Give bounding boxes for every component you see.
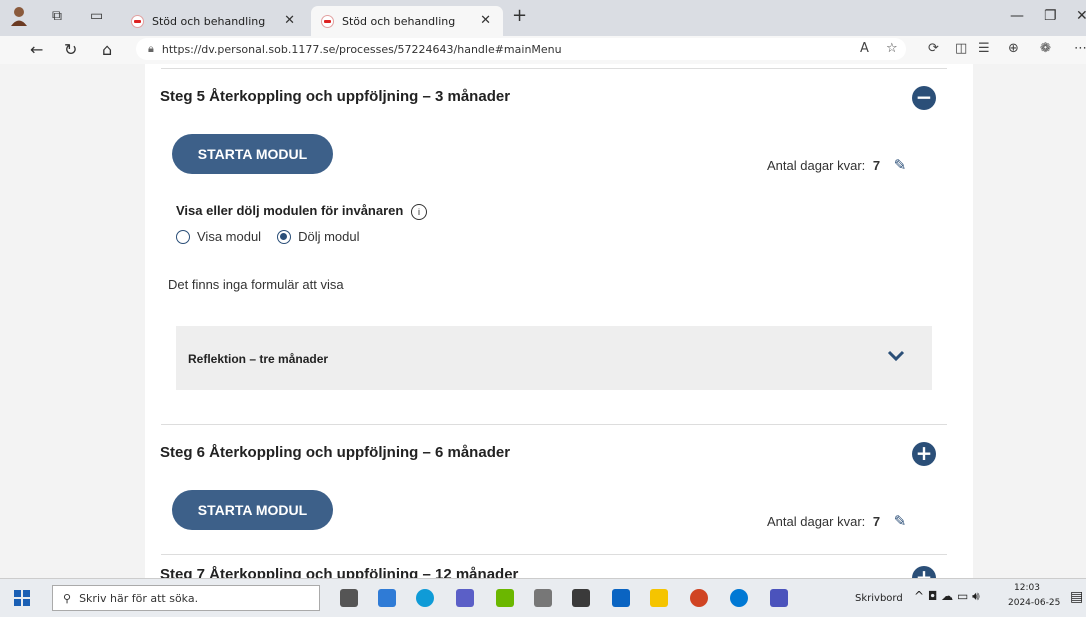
url-field[interactable]: 🔒︎ https://dv.personal.sob.1177.se/proce…: [136, 38, 906, 60]
clock-date[interactable]: 2024-06-25: [1008, 598, 1060, 608]
tab-stod-och-behandling-2[interactable]: Stöd och behandling ✕: [311, 6, 503, 36]
split-screen-icon[interactable]: ◫: [955, 41, 967, 56]
page-content: Steg 5 Återkoppling och uppföljning – 3 …: [0, 64, 1086, 578]
step6-title: Steg 6 Återkoppling och uppföljning – 6 …: [160, 444, 511, 461]
start-module-step6-button[interactable]: STARTA MODUL: [172, 490, 333, 530]
close-window-icon[interactable]: ✕: [1076, 8, 1086, 24]
accordion-label: Reflektion – tre månader: [188, 352, 329, 366]
hide-module-radio[interactable]: [277, 229, 292, 244]
clock-time[interactable]: 12:03: [1014, 583, 1040, 593]
site-favicon-icon: [321, 14, 334, 28]
read-aloud-icon[interactable]: A: [860, 41, 869, 56]
close-tab-icon[interactable]: ✕: [480, 13, 491, 28]
teams-icon[interactable]: [456, 589, 474, 607]
tab-actions-icon[interactable]: ▭: [90, 8, 103, 24]
favorite-star-icon[interactable]: ☆: [886, 41, 898, 56]
edit-days-pencil-icon[interactable]: ✎: [894, 512, 907, 530]
lock-icon[interactable]: 🔒︎: [148, 42, 154, 56]
collapse-step5-button[interactable]: −: [912, 86, 936, 110]
visibility-radio-group: Visa modul Dölj modul: [176, 229, 360, 244]
teams-work-icon[interactable]: [770, 589, 788, 607]
show-module-label[interactable]: Visa modul: [197, 229, 261, 244]
file-explorer-icon[interactable]: [378, 589, 396, 607]
windows-start-icon[interactable]: [14, 590, 30, 610]
expand-step6-button[interactable]: +: [912, 442, 936, 466]
process-steps-card: Steg 5 Återkoppling och uppföljning – 3 …: [145, 64, 973, 578]
show-module-radio[interactable]: [176, 229, 190, 244]
notifications-icon[interactable]: ▤: [1070, 589, 1083, 605]
edge-icon[interactable]: [416, 589, 434, 607]
days-left-value: 7: [872, 514, 881, 529]
tab-stod-och-behandling-1[interactable]: Stöd och behandling ✕: [121, 6, 307, 36]
site-favicon-icon: [131, 14, 144, 28]
back-icon[interactable]: ←: [30, 40, 43, 59]
search-icon: ⚲: [63, 591, 72, 605]
divider: [161, 68, 947, 69]
step7-title: Steg 7 Återkoppling och uppföljning – 12…: [160, 566, 519, 578]
days-left-label: Antal dagar kvar:: [767, 514, 866, 529]
profile-sync-icon[interactable]: ❁: [1040, 41, 1051, 56]
restore-icon[interactable]: ❐: [1044, 8, 1057, 24]
taskbar-search-field[interactable]: ⚲ Skriv här för att söka.: [52, 585, 320, 611]
tab-title: Stöd och behandling: [342, 14, 456, 28]
more-icon[interactable]: ⋯: [1074, 41, 1086, 56]
no-forms-message: Det finns inga formulär att visa: [168, 277, 344, 292]
task-view-icon[interactable]: [340, 589, 358, 607]
snipping-icon[interactable]: [534, 589, 552, 607]
app-icon[interactable]: [496, 589, 514, 607]
outlook-icon[interactable]: [612, 589, 630, 607]
info-icon[interactable]: i: [410, 203, 427, 220]
expand-step7-button[interactable]: +: [912, 566, 936, 578]
new-tab-icon[interactable]: +: [512, 5, 527, 26]
powerpoint-icon[interactable]: [690, 589, 708, 607]
start-module-step5-button[interactable]: STARTA MODUL: [172, 134, 333, 174]
extensions-icon[interactable]: ⟳: [928, 41, 939, 56]
profile-avatar-icon[interactable]: [10, 6, 28, 30]
workspaces-icon[interactable]: ⧉: [52, 8, 62, 24]
refresh-icon[interactable]: ↻: [64, 40, 77, 59]
close-tab-icon[interactable]: ✕: [284, 13, 295, 28]
divider: [161, 554, 947, 555]
hide-module-label[interactable]: Dölj modul: [298, 229, 359, 244]
favorites-icon[interactable]: ☰: [978, 41, 990, 56]
tray-icons[interactable]: ^ ◘ ☁ ▭ 🔊︎: [914, 589, 980, 604]
days-left-value: 7: [872, 158, 881, 173]
notes-icon[interactable]: [572, 589, 590, 607]
step5-title: Steg 5 Återkoppling och uppföljning – 3 …: [160, 88, 511, 105]
tab-title: Stöd och behandling: [152, 14, 266, 28]
collections-icon[interactable]: ⊕: [1008, 41, 1019, 56]
divider: [161, 424, 947, 425]
search-placeholder: Skriv här för att söka.: [79, 591, 199, 605]
days-left-label: Antal dagar kvar:: [767, 158, 866, 173]
days-left-step5: Antal dagar kvar: 7 ✎: [767, 156, 906, 174]
days-left-step6: Antal dagar kvar: 7 ✎: [767, 512, 906, 530]
chevron-down-icon[interactable]: [886, 346, 906, 366]
desktop-label[interactable]: Skrivbord: [855, 593, 903, 604]
browser-tab-bar: ⧉ ▭ Stöd och behandling ✕ Stöd och behan…: [0, 0, 1086, 36]
visibility-label: Visa eller dölj modulen för invånaren: [176, 203, 404, 218]
sticky-notes-icon[interactable]: [650, 589, 668, 607]
skype-icon[interactable]: [730, 589, 748, 607]
visibility-heading: Visa eller dölj modulen för invånaren i: [176, 203, 427, 220]
home-icon[interactable]: ⌂: [102, 40, 112, 59]
url-text: https://dv.personal.sob.1177.se/processe…: [161, 42, 562, 56]
minimize-icon[interactable]: —: [1010, 8, 1024, 24]
windows-taskbar: ⚲ Skriv här för att söka. Skrivbord ^ ◘ …: [0, 578, 1086, 617]
address-bar-row: ← ↻ ⌂ 🔒︎ https://dv.personal.sob.1177.se…: [0, 36, 1086, 65]
reflection-accordion[interactable]: Reflektion – tre månader: [176, 326, 932, 390]
edit-days-pencil-icon[interactable]: ✎: [894, 156, 907, 174]
